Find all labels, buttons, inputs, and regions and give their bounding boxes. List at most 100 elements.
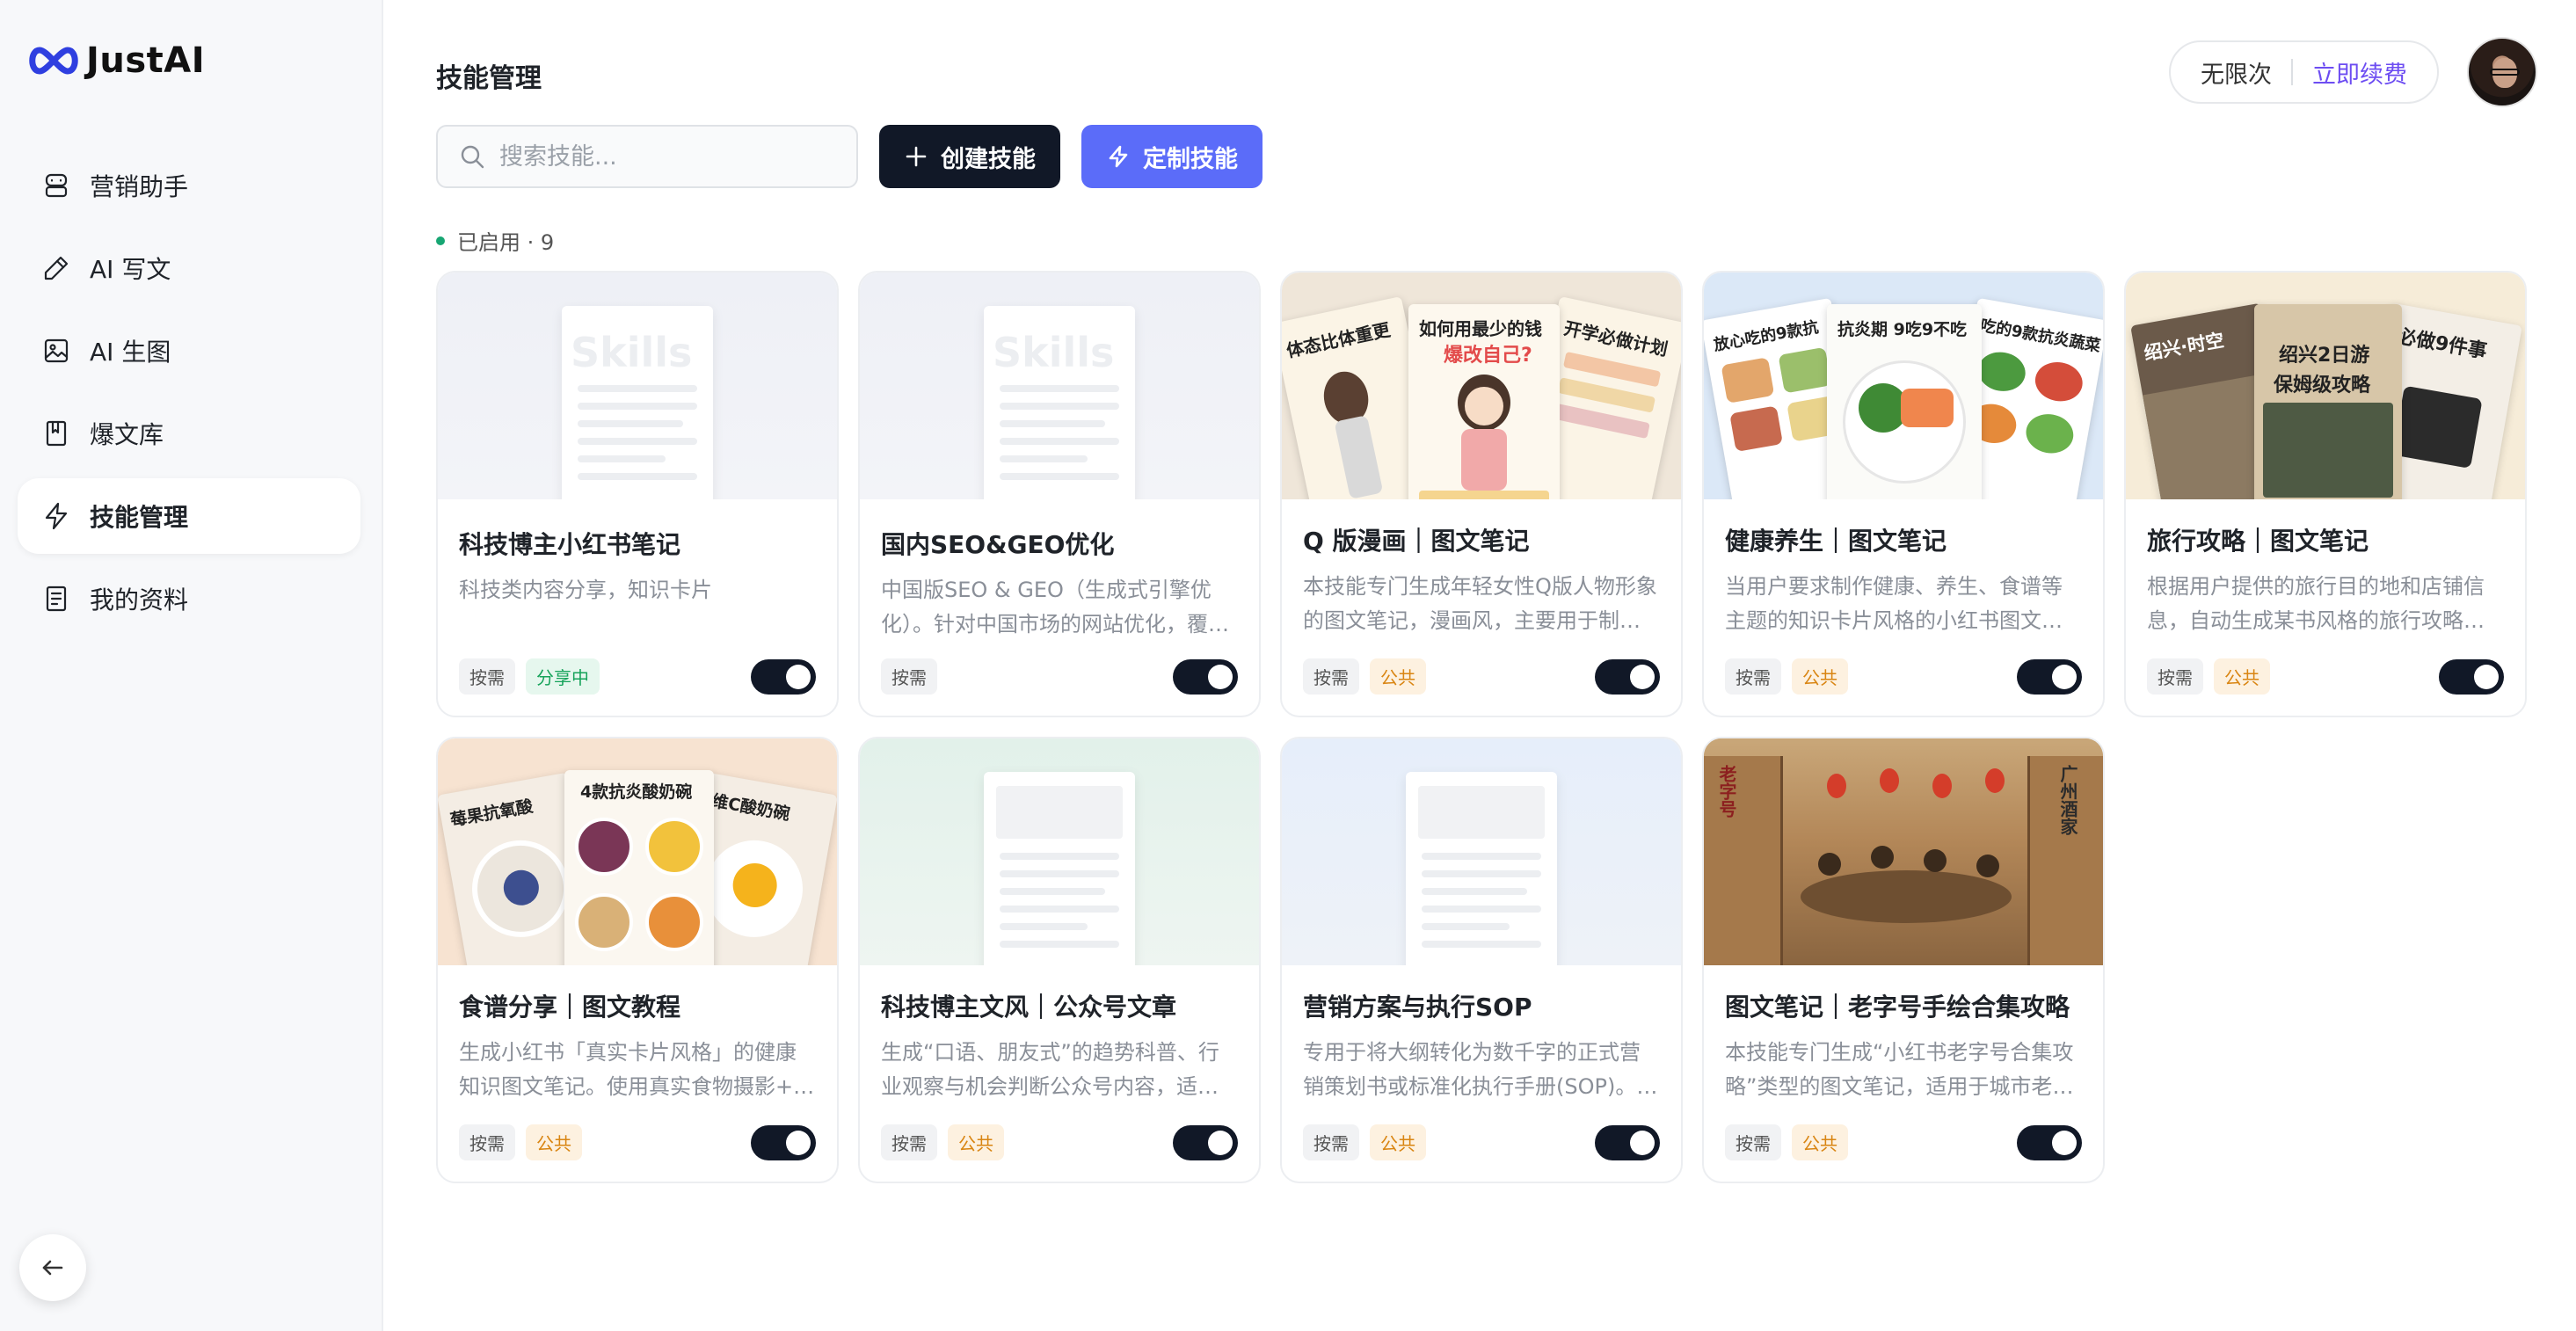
toggle-knob (1630, 664, 1655, 689)
lightning-icon (1109, 145, 1128, 168)
card-title: 科技博主小红书笔记 (459, 530, 681, 559)
skill-card[interactable]: 老字号 广州酒家 图文笔记｜老字号手绘合集攻略 本技能专门生成“小红书老字号合集… (1702, 737, 2105, 1183)
header-actions: 无限次 立即续费 (2169, 37, 2537, 107)
card-title: 图文笔记｜老字号手绘合集攻略 (1725, 993, 2070, 1022)
sidebar-item-ai-image[interactable]: AI 生图 (18, 313, 360, 389)
comic-left-title: 体态比体重更 (1284, 318, 1393, 362)
skill-card[interactable]: 绍兴·时空 必做9件事 绍兴2日游 保姆级攻略 旅行攻略｜图文笔记 根据用户提供… (2124, 271, 2527, 717)
skill-card[interactable]: 科技博主文风｜公众号文章 生成“口语、朋友式”的趋势科普、行业观察与机会判断公众… (858, 737, 1261, 1183)
collapse-sidebar-button[interactable] (19, 1234, 86, 1301)
sidebar-item-marketing[interactable]: 营销助手 (18, 148, 360, 223)
skill-card[interactable]: 放心吃的9款抗 吃的9款抗炎蔬菜 抗炎期 9吃9不吃 健康养生｜图文笔记 当用户… (1702, 271, 2105, 717)
search-box[interactable] (436, 125, 858, 188)
toggle-knob (786, 664, 811, 689)
arrow-left-icon (42, 1260, 63, 1276)
tag-on-demand: 按需 (881, 1124, 937, 1160)
document-placeholder-icon (984, 772, 1135, 965)
tag-public: 公共 (526, 1124, 582, 1160)
enable-toggle[interactable] (1173, 658, 1238, 695)
document-icon (40, 583, 72, 615)
toggle-knob (2052, 664, 2077, 689)
avatar[interactable] (2467, 37, 2537, 107)
enable-toggle[interactable] (2439, 658, 2504, 695)
comic-center-title: 如何用最少的钱 (1419, 318, 1542, 339)
sidebar-item-label: 技能管理 (90, 503, 189, 532)
card-thumbnail: 老字号 广州酒家 (1704, 738, 2103, 965)
skill-card[interactable]: Skills 国内SEO&GEO优化 中国版SEO & GEO（生成式引擎优化）… (858, 271, 1261, 717)
card-thumbnail (860, 738, 1259, 965)
sidebar-item-profile[interactable]: 我的资料 (18, 561, 360, 636)
divider (2291, 59, 2293, 85)
card-description: 当用户要求制作健康、养生、食谱等主题的知识卡片风格的小红书图文笔记时使用 (1725, 574, 2063, 633)
card-footer: 按需 公共 (1725, 658, 2082, 695)
tag-on-demand: 按需 (1303, 1124, 1359, 1160)
document-placeholder-icon: Skills (984, 306, 1135, 499)
card-thumbnail: Skills (860, 273, 1259, 499)
card-footer: 按需 (881, 658, 1238, 695)
card-thumbnail: 绍兴·时空 必做9件事 绍兴2日游 保姆级攻略 (2126, 273, 2525, 499)
sidebar-item-label: 爆文库 (90, 420, 164, 449)
plan-pill: 无限次 立即续费 (2169, 40, 2439, 104)
comic-center-subtitle: 爆改自己? (1444, 345, 1532, 367)
skill-card[interactable]: 体态比体重更 开学必做计划 如何用最少的钱 爆改自己? Q 版漫画｜图文笔记 本… (1280, 271, 1683, 717)
card-thumbnail: Skills (438, 273, 837, 499)
search-icon (461, 145, 484, 169)
card-footer: 按需 分享中 (459, 658, 816, 695)
custom-skill-button[interactable]: 定制技能 (1081, 125, 1263, 188)
watermark: Skills (571, 329, 693, 376)
logo[interactable]: JustAI (26, 40, 205, 81)
tag-public: 公共 (1370, 658, 1426, 695)
status-dot (436, 236, 445, 245)
sidebar-item-label: 营销助手 (90, 172, 189, 201)
travel-center-title: 绍兴2日游 (2279, 345, 2370, 367)
health-poster-center: 抗炎期 9吃9不吃 (1827, 304, 1982, 499)
enable-toggle[interactable] (751, 1124, 816, 1160)
toolbar: 创建技能 定制技能 (436, 125, 1263, 188)
market-sign-left: 老字号 (1716, 765, 1737, 818)
tag-on-demand: 按需 (1725, 658, 1781, 695)
enable-toggle[interactable] (1173, 1124, 1238, 1160)
tag-sharing: 分享中 (526, 658, 600, 695)
card-title: 健康养生｜图文笔记 (1725, 527, 1947, 556)
tag-on-demand: 按需 (881, 658, 937, 695)
comic-poster-center: 如何用最少的钱 爆改自己? (1408, 304, 1560, 499)
toggle-knob (1208, 1130, 1233, 1155)
toggle-knob (1630, 1130, 1655, 1155)
enable-toggle[interactable] (751, 658, 816, 695)
create-skill-button[interactable]: 创建技能 (879, 125, 1060, 188)
custom-skill-label: 定制技能 (1143, 145, 1238, 173)
yogurt-right-title: 维C酸奶碗 (709, 791, 792, 825)
enable-toggle[interactable] (1595, 658, 1660, 695)
card-description: 生成小红书「真实卡片风格」的健康知识图文笔记。使用真实食物摄影+信息卡片组合 (459, 1040, 815, 1099)
enable-toggle[interactable] (2017, 658, 2082, 695)
tag-on-demand: 按需 (459, 658, 515, 695)
card-title: 科技博主文风｜公众号文章 (881, 993, 1177, 1022)
tag-public: 公共 (948, 1124, 1004, 1160)
skill-card[interactable]: Skills 科技博主小红书笔记 科技类内容分享，知识卡片 按需 分享中 (436, 271, 839, 717)
sidebar-item-library[interactable]: 爆文库 (18, 396, 360, 471)
image-icon (40, 335, 72, 367)
toggle-knob (2052, 1130, 2077, 1155)
tag-on-demand: 按需 (1725, 1124, 1781, 1160)
card-title: Q 版漫画｜图文笔记 (1303, 527, 1530, 556)
card-description: 生成“口语、朋友式”的趋势科普、行业观察与机会判断公众号内容，适用于科技博主 (881, 1040, 1219, 1099)
travel-center-subtitle: 保姆级攻略 (2274, 375, 2371, 396)
renew-link[interactable]: 立即续费 (2312, 55, 2407, 90)
health-right-title: 吃的9款抗炎蔬菜 (1978, 316, 2102, 356)
skill-card[interactable]: 营销方案与执行SOP 专用于将大纲转化为数千字的正式营销策划书或标准化执行手册(… (1280, 737, 1683, 1183)
plan-status: 无限次 (2201, 61, 2272, 89)
page-title: 技能管理 (436, 63, 542, 94)
sidebar-item-skills[interactable]: 技能管理 (18, 478, 360, 554)
card-description: 中国版SEO & GEO（生成式引擎优化）。针对中国市场的网站优化，覆盖百度、搜… (881, 578, 1229, 636)
avatar-glasses (2490, 69, 2520, 76)
logo-text: JustAI (86, 40, 206, 81)
watermark: Skills (993, 329, 1115, 376)
tag-public: 公共 (1792, 658, 1848, 695)
search-input[interactable] (499, 142, 833, 171)
skill-card[interactable]: 莓果抗氧酸 维C酸奶碗 4款抗炎酸奶碗 食谱分享｜图文教程 生成小红书「真实卡片… (436, 737, 839, 1183)
health-center-title: 抗炎期 9吃9不吃 (1837, 320, 1968, 339)
enable-toggle[interactable] (1595, 1124, 1660, 1160)
enable-toggle[interactable] (2017, 1124, 2082, 1160)
card-title: 营销方案与执行SOP (1303, 993, 1532, 1022)
sidebar-item-ai-write[interactable]: AI 写文 (18, 230, 360, 306)
